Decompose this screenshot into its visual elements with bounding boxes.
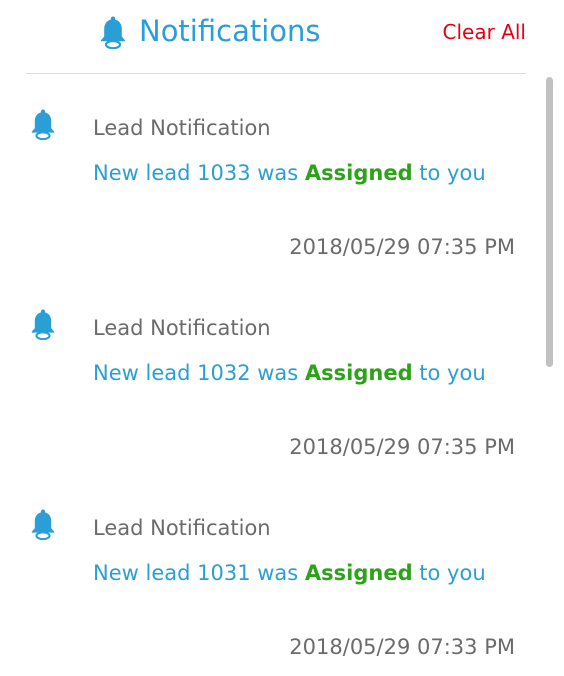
- clear-all-button[interactable]: Clear All: [443, 19, 526, 45]
- notification-timestamp: 2018/05/29 07:35 PM: [289, 435, 515, 459]
- status-label: Assigned: [304, 561, 413, 585]
- notification-title: Lead Notification: [93, 116, 271, 140]
- status-label: Assigned: [304, 361, 413, 385]
- scrollbar-thumb[interactable]: [546, 77, 553, 367]
- notification-item[interactable]: Lead Notification New lead 1033 was Assi…: [0, 74, 540, 274]
- notification-item[interactable]: Lead Notification New lead 1032 was Assi…: [0, 274, 540, 474]
- message-suffix: to you: [412, 161, 486, 185]
- notification-title: Lead Notification: [93, 516, 271, 540]
- notification-title: Lead Notification: [93, 316, 271, 340]
- notifications-panel: Notifications Clear All Lead Notificatio…: [0, 0, 564, 676]
- notifications-header: Notifications Clear All: [0, 0, 564, 74]
- bell-icon: [98, 15, 128, 50]
- page-title: Notifications: [139, 14, 321, 48]
- bell-icon: [29, 108, 57, 141]
- notification-message: New lead 1033 was Assigned to you: [93, 154, 513, 192]
- message-text: New lead 1032 was: [93, 361, 305, 385]
- bell-icon: [29, 508, 57, 541]
- message-suffix: to you: [412, 361, 486, 385]
- status-label: Assigned: [304, 161, 413, 185]
- notification-item[interactable]: Lead Notification New lead 1031 was Assi…: [0, 474, 540, 674]
- message-text: New lead 1033 was: [93, 161, 305, 185]
- message-suffix: to you: [412, 561, 486, 585]
- notification-message: New lead 1031 was Assigned to you: [93, 554, 513, 592]
- notification-list[interactable]: Lead Notification New lead 1033 was Assi…: [0, 74, 540, 676]
- bell-icon: [29, 308, 57, 341]
- message-text: New lead 1031 was: [93, 561, 305, 585]
- notification-timestamp: 2018/05/29 07:35 PM: [289, 235, 515, 259]
- notification-timestamp: 2018/05/29 07:33 PM: [289, 635, 515, 659]
- notification-message: New lead 1032 was Assigned to you: [93, 354, 513, 392]
